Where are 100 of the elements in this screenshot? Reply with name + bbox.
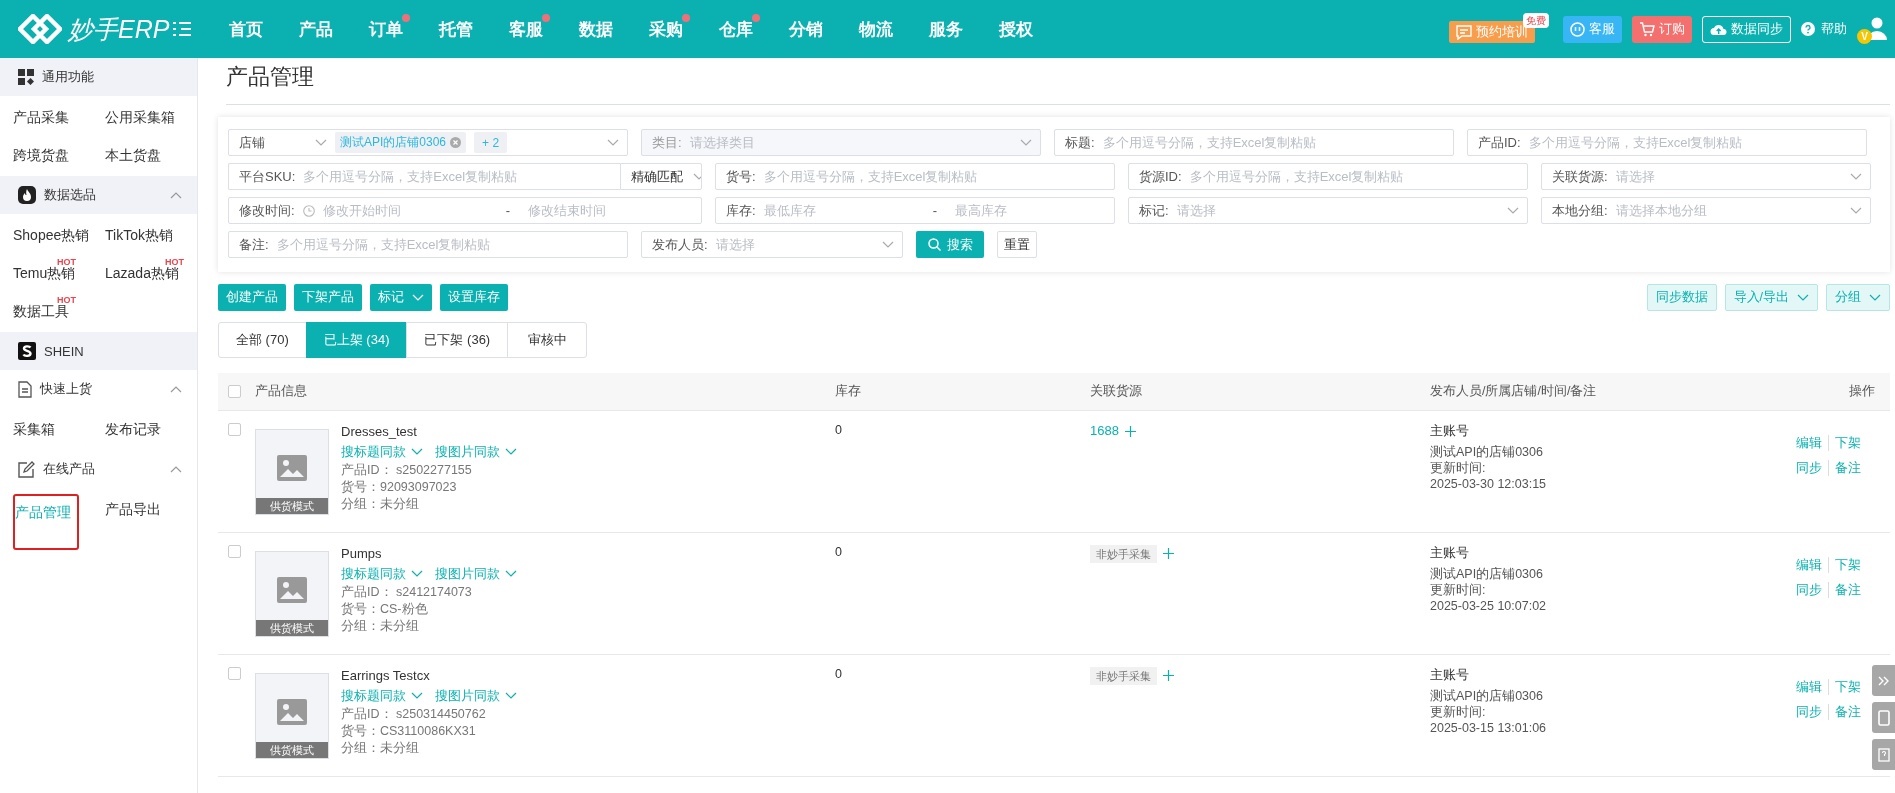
sidebar-item[interactable]: 公用采集箱 <box>105 107 175 127</box>
text-input[interactable]: 多个用逗号分隔，支持Excel复制粘贴 <box>1528 135 1858 150</box>
filter-field[interactable]: 产品ID: 多个用逗号分隔，支持Excel复制粘贴 <box>1467 129 1867 156</box>
source-link[interactable]: 1688 <box>1090 423 1119 439</box>
filter-field[interactable]: 平台SKU: 多个用逗号分隔，支持Excel复制粘贴 <box>228 163 620 190</box>
select-field[interactable]: 本地分组: 请选择本地分组 <box>1541 197 1871 224</box>
sidebar-section-header[interactable]: 数据选品 <box>0 176 197 214</box>
action-link[interactable]: 下架 <box>1829 679 1867 695</box>
text-input[interactable]: 多个用逗号分隔，支持Excel复制粘贴 <box>763 169 1106 184</box>
nav-item[interactable]: 产品 <box>281 17 351 41</box>
search-similar-link[interactable]: 搜标题同款 <box>341 443 423 460</box>
action-link[interactable]: 同步 <box>1790 704 1829 720</box>
text-input[interactable]: 多个用逗号分隔，支持Excel复制粘贴 <box>1102 135 1445 150</box>
nav-item[interactable]: 客服 <box>491 17 561 41</box>
search-similar-link[interactable]: 搜图片同款 <box>435 443 517 460</box>
nav-item[interactable]: 采购 <box>631 17 701 41</box>
action-link[interactable]: 编辑 <box>1790 435 1829 451</box>
filter-field[interactable]: 货源ID: 多个用逗号分隔，支持Excel复制粘贴 <box>1128 163 1528 190</box>
nav-item[interactable]: 首页 <box>211 17 281 41</box>
sidebar-item[interactable]: 产品采集 <box>13 107 69 127</box>
select-field[interactable]: 发布人员: 请选择 <box>641 231 903 258</box>
date-range-field[interactable]: 修改时间: 修改开始时间 - 修改结束时间 <box>228 197 702 224</box>
sidebar-item[interactable]: TikTok热销 <box>105 225 173 245</box>
search-similar-link[interactable]: 搜图片同款 <box>435 565 517 582</box>
field-label: 修改时间: <box>239 201 295 220</box>
toolbar-button[interactable]: 设置库存 <box>440 284 508 311</box>
nav-item[interactable]: 分销 <box>771 17 841 41</box>
sidebar-item[interactable]: 产品导出 <box>105 499 161 519</box>
tablet-button[interactable] <box>1872 702 1895 733</box>
search-button[interactable]: 搜索 <box>916 231 984 258</box>
nav-item[interactable]: 托管 <box>421 17 491 41</box>
select-field[interactable]: 标记: 请选择 <box>1128 197 1528 224</box>
question-button[interactable] <box>1872 739 1895 770</box>
filter-field[interactable]: 货号: 多个用逗号分隔，支持Excel复制粘贴 <box>715 163 1115 190</box>
product-detail: 分组：未分组 <box>341 740 420 757</box>
grid-icon <box>18 69 34 85</box>
customer-service-button[interactable]: 客服 <box>1563 15 1622 43</box>
text-input[interactable]: 多个用逗号分隔，支持Excel复制粘贴 <box>303 169 612 184</box>
action-link[interactable]: 下架 <box>1829 557 1867 573</box>
action-link[interactable]: 下架 <box>1829 435 1867 451</box>
search-similar-link[interactable]: 搜标题同款 <box>341 687 423 704</box>
toolbar-button[interactable]: 同步数据 <box>1646 284 1717 311</box>
nav-item[interactable]: 物流 <box>841 17 911 41</box>
nav-item[interactable]: 仓库 <box>701 17 771 41</box>
text-input[interactable]: 多个用逗号分隔，支持Excel复制粘贴 <box>276 237 619 252</box>
action-link[interactable]: 备注 <box>1829 460 1867 476</box>
status-tab[interactable]: 已上架 (34) <box>305 322 408 358</box>
action-link[interactable]: 编辑 <box>1790 557 1829 573</box>
action-link[interactable]: 备注 <box>1829 582 1867 598</box>
publisher-name: 主账号 <box>1430 545 1470 561</box>
search-similar-link[interactable]: 搜标题同款 <box>341 565 423 582</box>
toolbar-button[interactable]: 标记 <box>370 284 432 311</box>
status-tab[interactable]: 审核中 <box>507 322 588 358</box>
chevron-down-icon <box>607 138 619 147</box>
sidebar-section-header[interactable]: 快速上货 <box>0 370 197 408</box>
sidebar-section-header[interactable]: SHEIN <box>0 332 197 370</box>
sidebar-item[interactable]: 跨境货盘 <box>13 145 69 165</box>
nav-item[interactable]: 订单 <box>351 17 421 41</box>
help-link[interactable]: 帮助 <box>1801 20 1847 38</box>
action-link[interactable]: 同步 <box>1790 582 1829 598</box>
action-link[interactable]: 备注 <box>1829 704 1867 720</box>
toolbar-button[interactable]: 下架产品 <box>294 284 362 311</box>
sidebar-section-header[interactable]: 通用功能 <box>0 58 197 96</box>
sidebar-item[interactable]: Shopee热销 <box>13 225 90 245</box>
filter-field[interactable]: 备注: 多个用逗号分隔，支持Excel复制粘贴 <box>228 231 628 258</box>
sidebar-item[interactable]: 采集箱 <box>13 419 55 439</box>
toolbar-button[interactable]: 导入/导出 <box>1724 284 1818 311</box>
action-link[interactable]: 同步 <box>1790 460 1829 476</box>
nav-item[interactable]: 授权 <box>981 17 1051 41</box>
toolbar-button[interactable]: 创建产品 <box>218 284 286 311</box>
toolbar-button[interactable]: 分组 <box>1826 284 1890 311</box>
checkbox[interactable] <box>228 545 241 558</box>
select-field[interactable]: 关联货源: 请选择 <box>1541 163 1871 190</box>
placeholder-text: 请选择本地分组 <box>1615 201 1708 220</box>
filter-field[interactable]: 标题: 多个用逗号分隔，支持Excel复制粘贴 <box>1054 129 1454 156</box>
store-select[interactable]: 店铺 测试API的店铺0306 + 2 <box>228 129 628 156</box>
data-sync-button[interactable]: 数据同步 <box>1702 15 1791 43</box>
match-mode-select[interactable]: 精确匹配 <box>620 163 702 190</box>
clock-icon <box>302 204 315 217</box>
range-field[interactable]: 库存: 最低库存 - 最高库存 <box>715 197 1115 224</box>
sidebar-section-header[interactable]: 在线产品 <box>0 450 197 488</box>
text-input[interactable]: 多个用逗号分隔，支持Excel复制粘贴 <box>1189 169 1519 184</box>
order-button[interactable]: 订购 <box>1632 15 1692 43</box>
checkbox[interactable] <box>228 385 241 398</box>
nav-item[interactable]: 数据 <box>561 17 631 41</box>
status-tab[interactable]: 全部 (70) <box>218 322 307 358</box>
placeholder-text: 修改开始时间 <box>322 201 402 220</box>
checkbox[interactable] <box>228 423 241 436</box>
status-tab[interactable]: 已下架 (36) <box>406 322 509 358</box>
sidebar-item[interactable]: 产品管理 <box>13 494 79 550</box>
checkbox[interactable] <box>228 667 241 680</box>
edit-icon <box>18 460 35 478</box>
chevron-down-icon <box>1797 293 1809 302</box>
collapse-button[interactable] <box>1872 665 1895 696</box>
sidebar-item[interactable]: 发布记录 <box>105 419 161 439</box>
sidebar-item[interactable]: 本土货盘 <box>105 145 161 165</box>
reset-button[interactable]: 重置 <box>997 231 1037 258</box>
search-similar-link[interactable]: 搜图片同款 <box>435 687 517 704</box>
nav-item[interactable]: 服务 <box>911 17 981 41</box>
action-link[interactable]: 编辑 <box>1790 679 1829 695</box>
